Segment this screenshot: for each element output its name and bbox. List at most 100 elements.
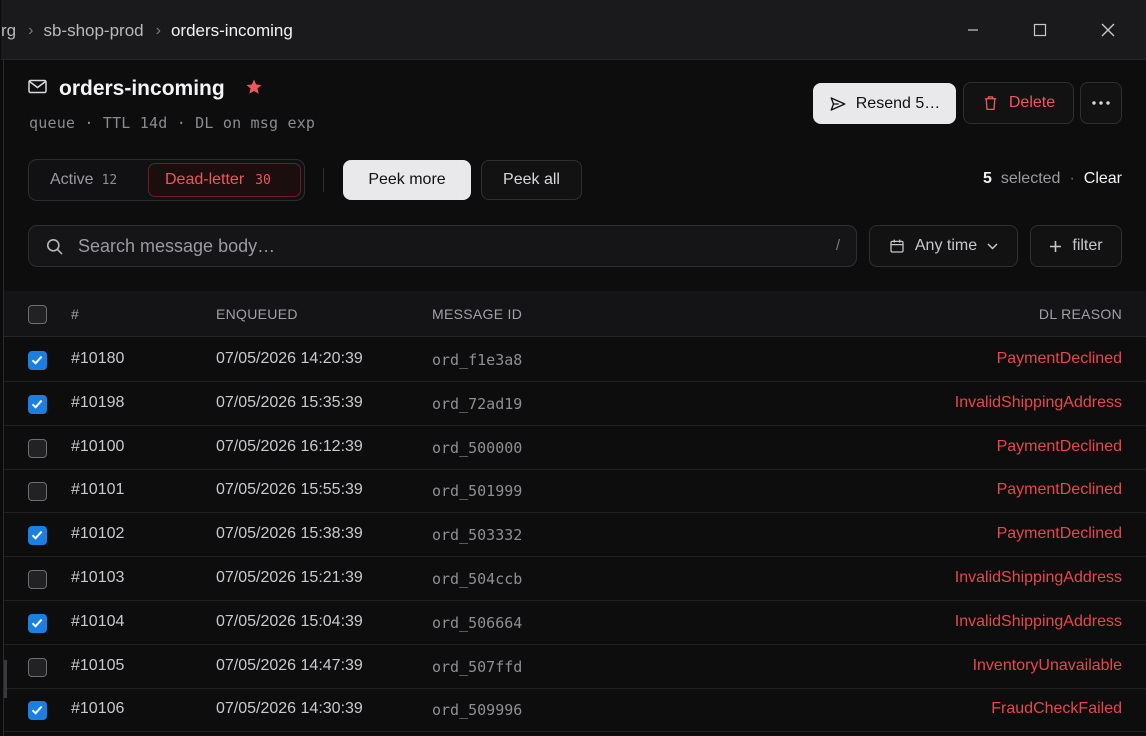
enqueued-time: 07/05/2026 15:35:39 [216, 393, 363, 411]
table-row[interactable]: #10103 07/05/2026 15:21:39 ord_504ccb Inval… [4, 557, 1146, 601]
tab-active[interactable]: Active 12 [32, 163, 146, 197]
message-number: #10103 [71, 569, 125, 586]
tab-dead-letter-label: Dead-letter [165, 171, 245, 188]
row-checkbox[interactable] [28, 657, 47, 677]
column-header-number[interactable]: # [71, 306, 79, 322]
row-checkbox[interactable] [28, 613, 47, 633]
table-row[interactable]: #10102 07/05/2026 15:38:39 ord_503332 Payme… [4, 513, 1146, 558]
search-shortcut-hint: / [835, 237, 840, 254]
time-filter-label: Any time [914, 237, 978, 254]
message-id: ord_f1e3a8 [432, 351, 523, 369]
breadcrumb-separator: › [155, 22, 161, 39]
row-checkbox[interactable] [28, 482, 47, 502]
clear-selection-link[interactable]: Clear [1084, 170, 1122, 188]
enqueued-time: 07/05/2026 16:12:39 [216, 437, 363, 455]
breadcrumb-org[interactable]: rg [1, 21, 16, 41]
resend-label: Resend 5… [855, 94, 941, 112]
message-id: ord_507ffd [432, 657, 523, 676]
message-number: #10104 [71, 612, 125, 630]
dl-reason: InvalidShippingAddress [954, 569, 1122, 586]
dl-reason: PaymentDeclined [996, 525, 1122, 543]
table-row[interactable]: #10101 07/05/2026 15:55:39 ord_501999 Payme… [4, 469, 1146, 514]
close-icon[interactable] [1098, 20, 1118, 40]
message-id: ord_506664 [432, 613, 523, 632]
dl-reason: InvalidShippingAddress [954, 612, 1122, 630]
message-number: #10105 [71, 656, 125, 674]
maximize-icon[interactable] [1030, 20, 1050, 40]
table-header: # ENQUEUED MESSAGE ID DL REASON [4, 291, 1146, 337]
search-input[interactable]: Search message body… / [28, 225, 857, 267]
breadcrumb-separator: › [28, 22, 34, 39]
enqueued-time: 07/05/2026 14:30:39 [216, 700, 363, 718]
enqueued-time: 07/05/2026 15:55:39 [216, 481, 363, 499]
row-checkbox[interactable] [28, 701, 47, 721]
chevron-down-icon [987, 242, 998, 250]
dl-reason: PaymentDeclined [996, 481, 1122, 499]
message-id: ord_500000 [432, 438, 523, 457]
tab-dead-letter[interactable]: Dead-letter 30 [148, 163, 301, 197]
table-row[interactable]: #10100 07/05/2026 16:12:39 ord_500000 Payme… [4, 426, 1146, 470]
column-header-enqueued[interactable]: ENQUEUED [216, 306, 298, 322]
table-row[interactable]: #10105 07/05/2026 14:47:39 ord_507ffd Inven… [4, 645, 1146, 689]
peek-more-button[interactable]: Peek more [343, 160, 471, 200]
row-checkbox[interactable] [28, 526, 47, 546]
breadcrumb: rg › sb-shop-prod › orders-incoming [1, 21, 293, 41]
message-id: ord_503332 [432, 526, 523, 545]
breadcrumb-namespace[interactable]: sb-shop-prod [43, 21, 143, 41]
message-number: #10106 [71, 700, 125, 718]
ellipsis-icon [1092, 101, 1110, 105]
search-placeholder: Search message body… [78, 236, 276, 256]
column-header-dl-reason[interactable]: DL REASON [1039, 306, 1122, 322]
enqueued-time: 07/05/2026 15:21:39 [216, 569, 363, 586]
time-filter-dropdown[interactable]: Any time [869, 225, 1018, 267]
message-id: ord_509996 [432, 701, 523, 720]
message-id: ord_72ad19 [432, 394, 523, 413]
queue-tabs: Active 12 Dead-letter 30 [28, 159, 305, 201]
add-filter-label: filter [1072, 237, 1103, 254]
queue-header: orders-incoming [28, 77, 263, 101]
breadcrumb-current[interactable]: orders-incoming [171, 21, 293, 41]
peek-all-button[interactable]: Peek all [481, 160, 582, 200]
table-row[interactable]: #10106 07/05/2026 14:30:39 ord_509996 Fraud… [4, 688, 1146, 733]
tab-dead-letter-count: 30 [255, 172, 271, 188]
delete-button[interactable]: Delete [963, 82, 1074, 124]
selection-info: 5 selected · Clear [983, 170, 1122, 188]
row-checkbox[interactable] [28, 570, 47, 589]
tab-active-count: 12 [101, 172, 118, 188]
table-row[interactable]: #10180 07/05/2026 14:20:39 ord_f1e3a8 Payme… [4, 338, 1146, 382]
plus-icon [1049, 240, 1062, 253]
message-id: ord_504ccb [432, 570, 523, 588]
enqueued-time: 07/05/2026 15:04:39 [216, 612, 363, 630]
trash-icon [982, 94, 999, 112]
table-row[interactable]: #10198 07/05/2026 15:35:39 ord_72ad19 Inval… [4, 382, 1146, 426]
select-all-checkbox[interactable] [28, 305, 47, 324]
message-id: ord_501999 [432, 482, 523, 501]
table-row[interactable]: #10104 07/05/2026 15:04:39 ord_506664 Inval… [4, 601, 1146, 645]
queue-subtitle: queue · TTL 14d · DL on msg exp [29, 114, 316, 132]
add-filter-button[interactable]: filter [1030, 225, 1122, 267]
minimize-icon[interactable] [963, 20, 983, 40]
dl-reason: FraudCheckFailed [991, 700, 1122, 718]
page-title: orders-incoming [59, 77, 225, 100]
row-checkbox[interactable] [28, 351, 47, 370]
row-checkbox[interactable] [28, 394, 47, 414]
row-checkbox[interactable] [28, 438, 47, 458]
resend-button[interactable]: Resend 5… [813, 83, 956, 124]
mail-icon [28, 79, 47, 99]
enqueued-time: 07/05/2026 15:38:39 [216, 525, 363, 543]
queue-panel: orders-incoming queue · TTL 14d · DL on … [4, 60, 1146, 736]
message-number: #10101 [71, 481, 125, 499]
more-options-button[interactable] [1080, 82, 1122, 124]
enqueued-time: 07/05/2026 14:20:39 [216, 350, 363, 367]
star-icon[interactable] [245, 78, 263, 101]
divider [323, 168, 324, 192]
selected-count: 5 [982, 170, 992, 187]
app-window: rg › sb-shop-prod › orders-incoming orde… [1, 0, 1146, 736]
enqueued-time: 07/05/2026 14:47:39 [216, 656, 363, 674]
tab-active-label: Active [50, 171, 94, 188]
title-bar: rg › sb-shop-prod › orders-incoming [1, 0, 1146, 60]
column-header-message-id[interactable]: MESSAGE ID [432, 306, 522, 322]
message-number: #10102 [71, 525, 125, 543]
separator: · [1069, 170, 1075, 187]
selected-label: selected [1000, 170, 1061, 187]
